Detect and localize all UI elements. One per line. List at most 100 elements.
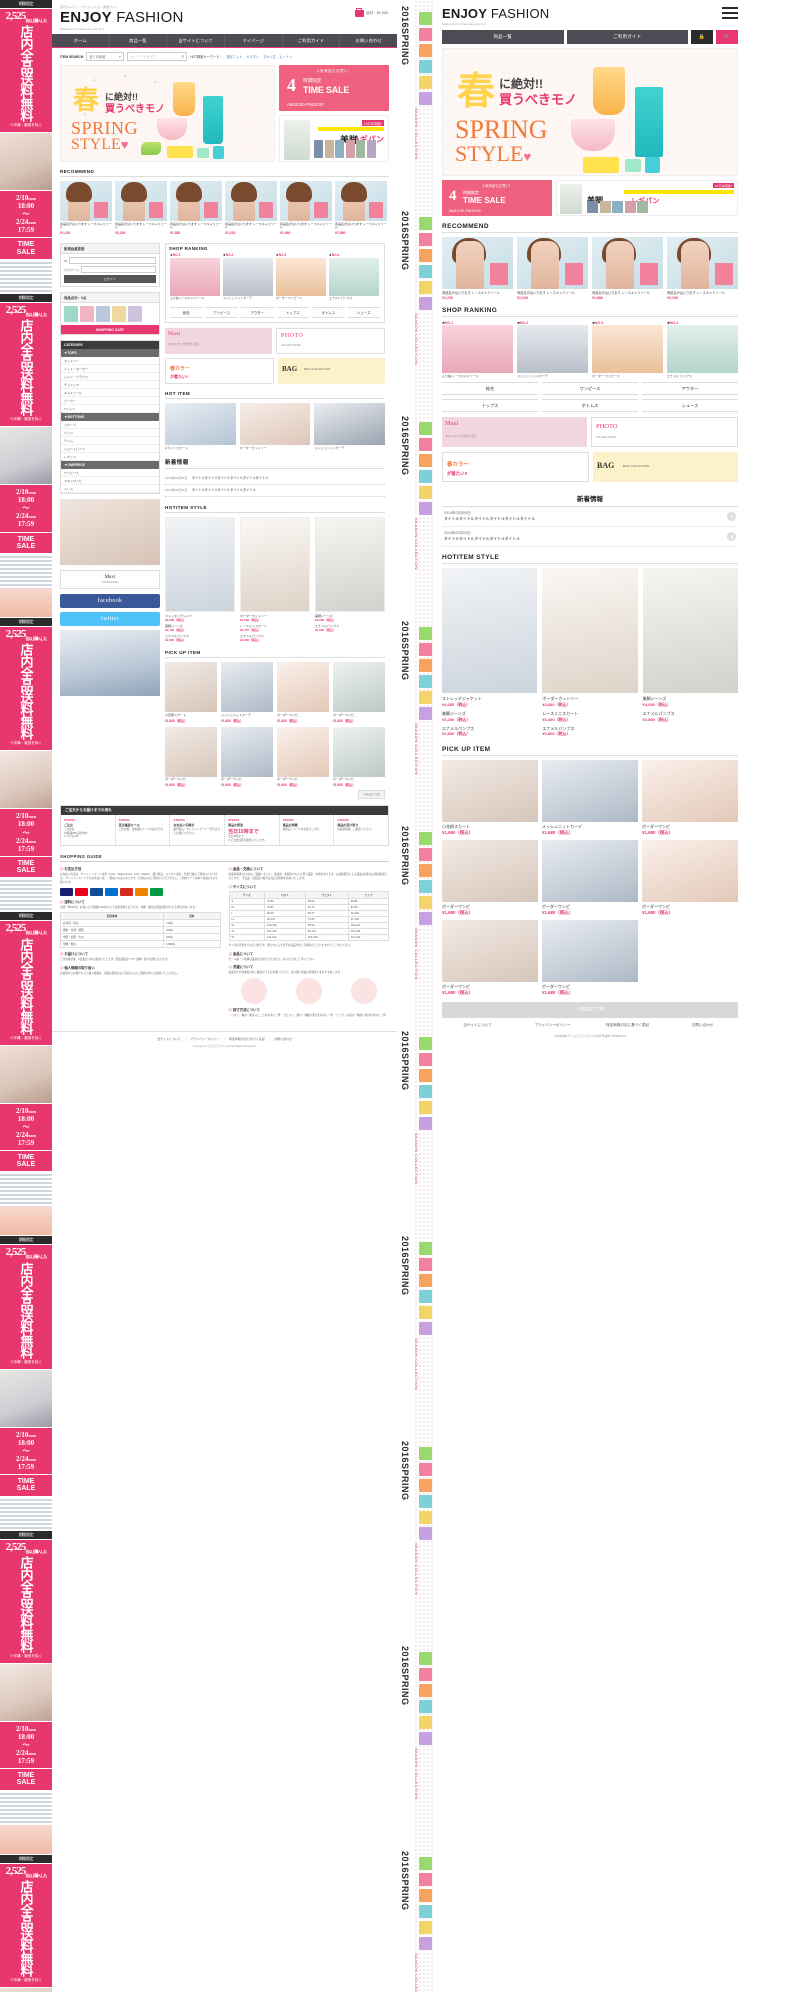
search-category-select[interactable]: 全ての商品 ▼ — [86, 52, 125, 61]
login-input-id[interactable] — [69, 257, 156, 265]
category-group-title[interactable]: ▼BOTTOMS — [61, 413, 159, 422]
hot-item-image-3[interactable] — [314, 402, 386, 445]
category-item[interactable]: カットソー — [61, 357, 159, 366]
ranking-item[interactable]: ★NO.1 ふり袖 レースキャミソール — [170, 253, 220, 301]
mobile-promo-timesale[interactable]: 人気商品もお買い！ 4 時間限定 TIME SALE AM10:00-PM15:… — [442, 180, 552, 216]
mobile-news-item[interactable]: 2014年02月05日 タイトルタイトルタイトルタイトルタイトルタイトル — [442, 507, 738, 528]
pickup-card[interactable]: ボーダーワンピ ¥1,680（税込） — [333, 662, 385, 723]
nav-item-mypage[interactable]: マイページ — [225, 34, 283, 47]
promo-model-image[interactable] — [0, 1987, 52, 1992]
footer-link[interactable]: 当サイトについて — [157, 1037, 181, 1041]
pickup-card[interactable]: ボーダーワンピ ¥1,680（税込） — [277, 662, 329, 723]
promo-stripe-image[interactable] — [0, 878, 52, 913]
style-card[interactable]: ボーダーカットソー ¥4,680（税込） レースミニスカート ¥3,450（税込） エナ… — [240, 516, 310, 642]
sidebar-image-2[interactable] — [60, 630, 160, 697]
twitter-button[interactable]: twitter — [60, 612, 160, 627]
mobile-ranking-item[interactable]: ★NO.4 エナメル パンプス — [667, 321, 738, 378]
mobile-ranking-item[interactable]: ★NO.2 メッシュ ニットカーデ — [517, 321, 588, 378]
banner-maxi[interactable]: Maxi マキシワンピが大人気！ — [165, 327, 272, 354]
magazine-box[interactable]: Maxi MAGAZINE — [60, 570, 160, 590]
category-item[interactable]: シャツ・ブラウス — [61, 373, 159, 382]
category-item[interactable]: レギンス — [61, 453, 159, 462]
footer-link[interactable]: お問い合わせ — [274, 1037, 292, 1041]
product-card[interactable]: 商品名がはいります レースキャミソール ¥1,880 — [170, 181, 222, 235]
promo-extra-image[interactable] — [0, 588, 52, 619]
mobile-ranking-cat[interactable]: ワンピース — [542, 382, 638, 396]
category-item[interactable]: スカート — [61, 421, 159, 430]
mobile-style-card[interactable]: ボーダーカットソー ¥4,680（税込） レースミニスカート ¥3,450（税込） … — [542, 568, 638, 739]
mobile-ranking-cats-1[interactable]: 総合 ワンピース アウター — [442, 382, 738, 396]
mobile-news-list[interactable]: 2014年02月05日 タイトルタイトルタイトルタイトルタイトルタイトル 201… — [442, 507, 738, 548]
mobile-ranking-cat[interactable]: トップス — [442, 399, 538, 413]
pickup-card[interactable]: ボーダーワンピ ¥1,680（税込） — [165, 726, 217, 787]
mobile-pickup-card[interactable]: ボーダーワンピ ¥1,680（税込） — [642, 760, 738, 836]
news-item[interactable]: 2014年02月03日 タイトルタイトルタイトルタイトルタイトル — [165, 485, 385, 497]
promo-stripe-image[interactable] — [0, 1790, 52, 1825]
ranking-cat[interactable]: シューズ — [347, 306, 380, 318]
pickup-card[interactable]: ボーダーワンピ ¥1,680（税込） — [221, 726, 273, 787]
hot-keyword-3[interactable]: マキシ丈 — [263, 55, 276, 59]
mobile-banner-bag[interactable]: BAG BAG COLLECTION — [593, 452, 738, 483]
mobile-pickup-card[interactable]: ボーダーワンピ ¥1,680（税込） — [542, 840, 638, 916]
nav-item-about[interactable]: 当サイトについて — [167, 34, 226, 47]
promo-model-image[interactable] — [0, 1045, 52, 1104]
category-item[interactable]: パンツ — [61, 429, 159, 438]
category-item[interactable]: Tシャツ — [61, 405, 159, 414]
category-item[interactable]: ショートパンツ — [61, 445, 159, 454]
ranking-item[interactable]: ★NO.2 メッシュ ニットカーデ — [223, 253, 273, 301]
mobile-product-card[interactable]: 商品名がはいります レースキャミソール ¥1,230 — [442, 237, 513, 300]
menu-icon[interactable] — [722, 7, 738, 22]
hot-keyword-4[interactable]: ムートン — [280, 55, 293, 59]
category-item[interactable]: チュニック — [61, 381, 159, 390]
mobile-pickup-card[interactable]: ボーダーワンピ ¥1,680（税込） — [442, 920, 538, 996]
hot-item-image-1[interactable] — [165, 402, 236, 445]
shopping-cart-button[interactable]: SHOPPING CART — [61, 325, 159, 335]
mobile-pickup-card[interactable]: ボーダーワンピ ¥1,680（税込） — [442, 840, 538, 916]
hero-banner[interactable]: ✦ ✦ ✦ ✦ 春 に絶対!! 買うべきモノ SPRING STYLE♥ — [60, 65, 275, 162]
footer-links[interactable]: 当サイトについて｜プライバシーポリシー｜特定商取引法に基づく表記｜お問い合わせ — [60, 1037, 389, 1041]
promo-model-image[interactable] — [0, 751, 52, 810]
promo-model-image[interactable] — [0, 1663, 52, 1722]
mobile-style-card[interactable]: 美脚ジーンズ ¥4,680（税込） エナメルパンプス ¥2,800（税込） — [642, 568, 738, 739]
mobile-footer-links[interactable]: 当サイトについて プライバシーポリシー 特定商取引法に基づく表記 お問い合わせ — [442, 1023, 738, 1028]
mobile-ranking-item[interactable]: ★NO.1 ふり袖 レースキャミソール — [442, 321, 513, 378]
mobile-nav-products[interactable]: 商品一覧 — [442, 30, 564, 44]
category-item[interactable]: パーカー — [61, 397, 159, 406]
category-item[interactable]: デニム — [61, 437, 159, 446]
ranking-item[interactable]: ★NO.4 エナメル パンプス — [329, 253, 379, 301]
mobile-pickup-card[interactable]: ボーダーワンピ ¥1,680（税込） — [542, 920, 638, 996]
mobile-pickup-card[interactable]: メッシュニットカーデ ¥1,680（税込） — [542, 760, 638, 836]
category-group-title[interactable]: ▼ONEPIECE — [61, 461, 159, 470]
mobile-footer-link[interactable]: プライバシーポリシー — [517, 1023, 588, 1028]
product-card[interactable]: 商品名がはいります レースキャミソール ¥2,580 — [335, 181, 387, 235]
login-button[interactable]: ログイン — [64, 275, 156, 284]
mobile-page-top-button[interactable]: ↑ PAGE TOP — [442, 1002, 738, 1019]
mobile-product-card[interactable]: 商品名がはいります レースキャミソール ¥2,230 — [667, 237, 738, 300]
mobile-pickup-card[interactable]: 小花柄スカート ¥1,680（税込） — [442, 760, 538, 836]
search-input[interactable]: キーワードを入力 ⚲ — [127, 52, 188, 61]
ranking-cat[interactable]: トップス — [276, 306, 309, 318]
mobile-hero-banner[interactable]: 春 に絶対!! 買うべきモノ SPRING STYLE♥ — [442, 48, 738, 176]
mobile-pickup-card[interactable]: ボーダーワンピ ¥1,680（税込） — [642, 840, 738, 916]
pickup-card[interactable]: 小花柄スカート ¥1,680（税込） — [165, 662, 217, 723]
promo-timesale[interactable]: 人気商品もお買い！ 4 時間限定 TIME SALE AM10:00-PM15:… — [279, 65, 389, 111]
facebook-button[interactable]: facebook — [60, 594, 160, 609]
news-list[interactable]: 2014年02月05日 タイトルタイトルタイトルタイトルタイトルタイトル 201… — [165, 473, 385, 497]
category-item[interactable]: ドレス — [61, 485, 159, 494]
sidebar-image-1[interactable] — [60, 499, 160, 566]
hot-item-image-2[interactable] — [239, 402, 311, 445]
category-item[interactable]: マキシワンピ — [61, 477, 159, 486]
nav-item-products[interactable]: 商品一覧 — [110, 34, 168, 47]
pickup-card[interactable]: ボーダーワンピ ¥1,680（税込） — [333, 726, 385, 787]
ranking-category-tabs[interactable]: 総合 ワンピース アウター トップス ボトムス シューズ — [166, 304, 384, 322]
promo-legpan[interactable]: 10万本突破!! 美脚 レギパン — [279, 115, 389, 162]
pickup-card[interactable]: メッシュニットカーデ ¥1,680（税込） — [221, 662, 273, 723]
page-top-link[interactable]: ↑ PAGE TOP — [165, 789, 385, 799]
mobile-logo[interactable]: ENJOY FASHION — [442, 6, 738, 21]
main-navigation[interactable]: ホーム 商品一覧 当サイトについて マイページ ご利用ガイド お問い合わせ — [52, 34, 397, 48]
promo-model-image[interactable] — [0, 133, 52, 192]
banner-bag[interactable]: BAG BAG COLLECTION — [278, 357, 385, 384]
ranking-cat[interactable]: 総合 — [170, 306, 203, 318]
product-card[interactable]: 商品名がはいります レースキャミソール ¥1,230 — [60, 181, 112, 235]
hot-keyword-1[interactable]: 透けニット — [226, 55, 242, 59]
